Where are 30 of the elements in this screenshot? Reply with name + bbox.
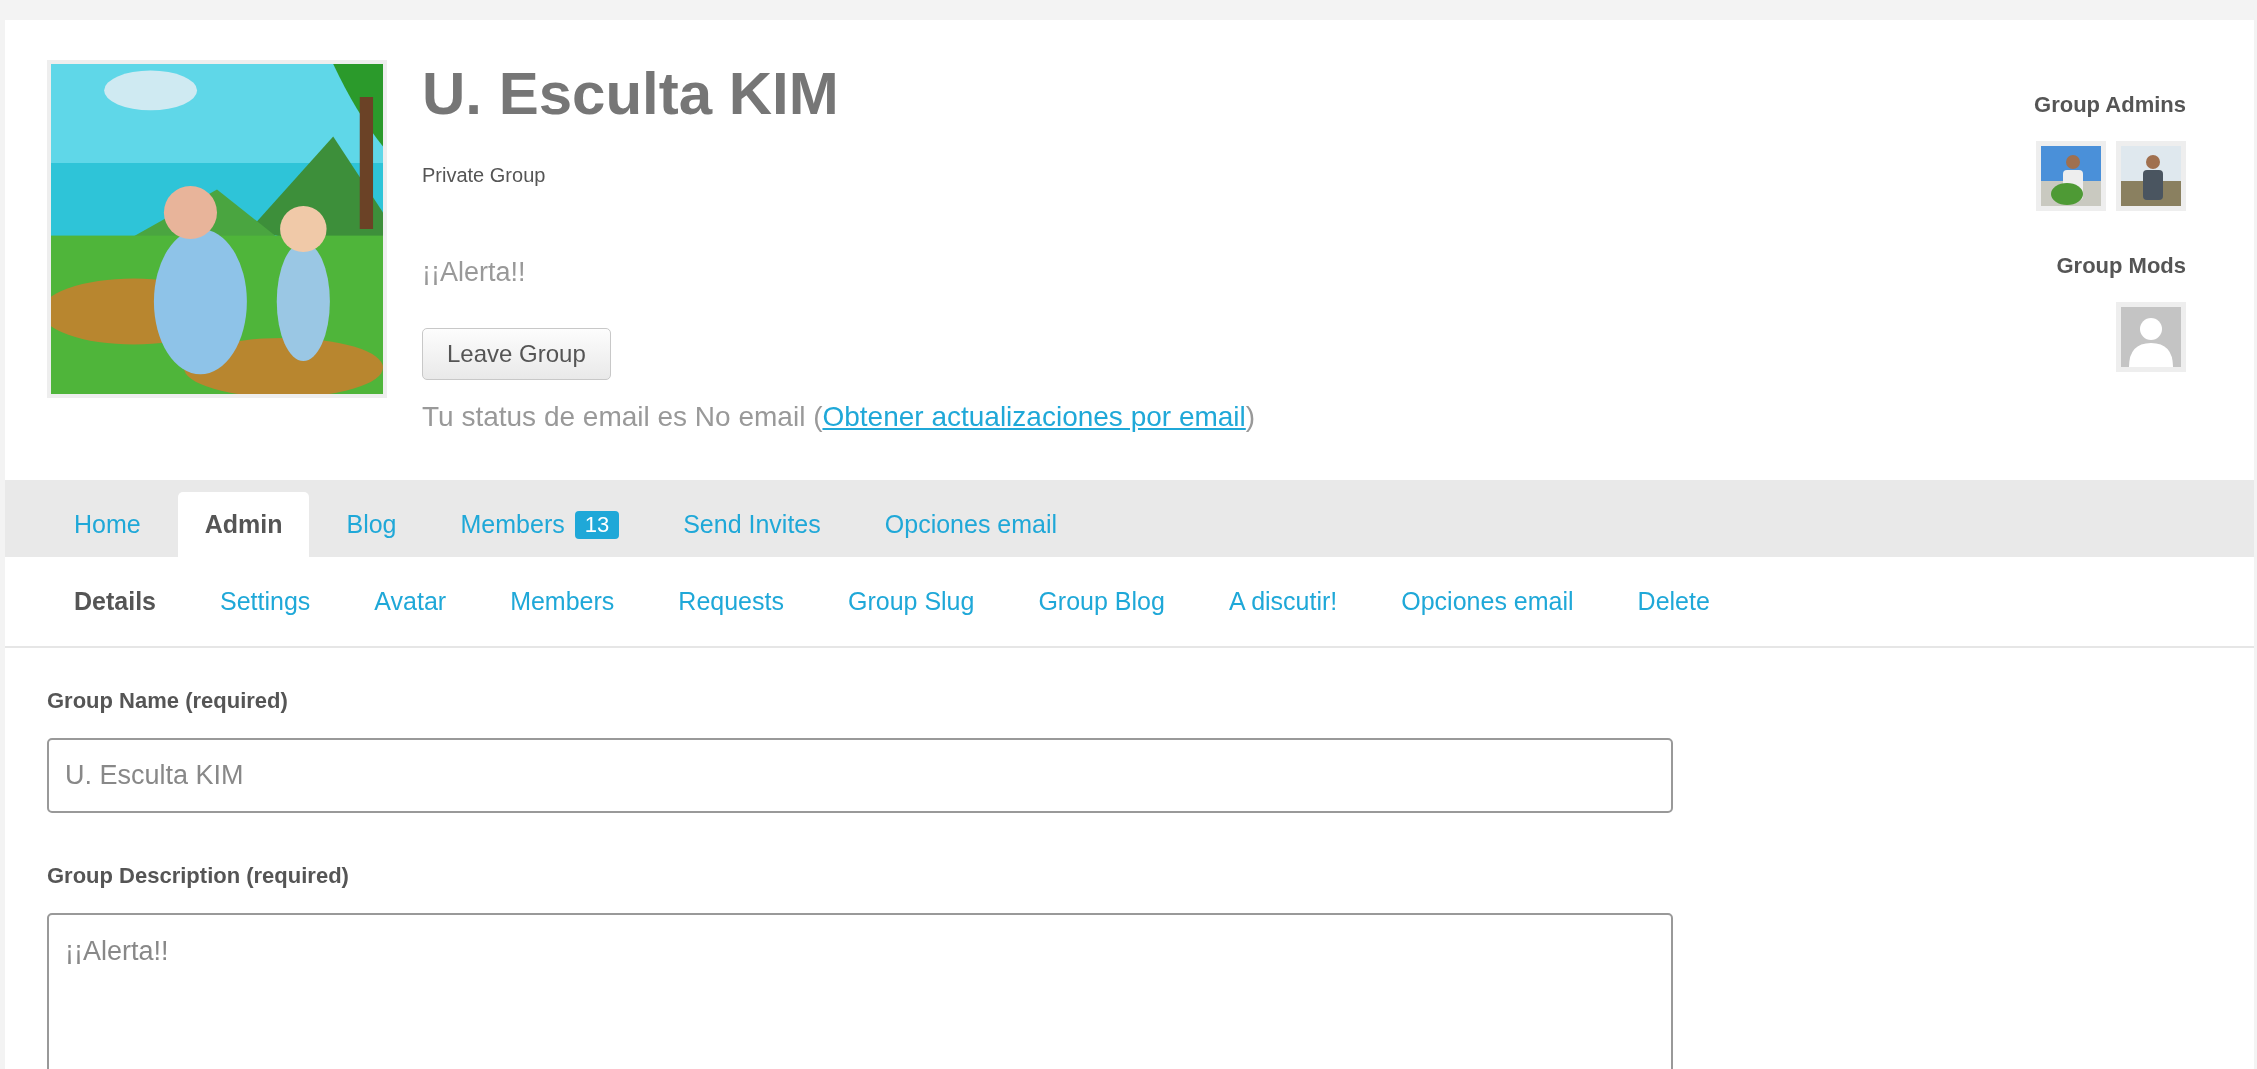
nav-tab[interactable]: Blog: [319, 492, 424, 557]
leave-group-button[interactable]: Leave Group: [422, 327, 611, 380]
admins-heading: Group Admins: [2034, 91, 2186, 119]
default-avatar-icon: [2121, 307, 2181, 367]
admin-subnav-item[interactable]: Requests: [651, 582, 811, 621]
admin-subnav-item[interactable]: Members: [483, 582, 642, 621]
admin-subnav-item[interactable]: Opciones email: [1374, 582, 1601, 621]
email-updates-link[interactable]: Obtener actualizaciones por email: [822, 400, 1246, 432]
field-label: Group Name (required): [47, 687, 289, 715]
group-description-field[interactable]: ¡¡Alerta!!: [47, 913, 1673, 1069]
field-label: Group Description (required): [47, 862, 350, 890]
nav-tab[interactable]: Home: [47, 492, 168, 557]
nav-tab[interactable]: Send Invites: [656, 492, 848, 557]
admin-subnav-item[interactable]: A discutir!: [1201, 582, 1365, 621]
group-name-field[interactable]: U. Esculta KIM: [47, 738, 1673, 813]
email-status-text: Tu status de email es No email (Obtener actualizaciones por email): [422, 399, 1256, 434]
privacy-label: Private Group: [422, 163, 547, 188]
member-count-badge: 13: [574, 510, 620, 539]
group-title: U. Esculta KIM: [422, 64, 840, 124]
nav-tab[interactable]: Opciones email: [857, 492, 1085, 557]
group-description: ¡¡Alerta!!: [422, 256, 527, 289]
admin-subnav-item[interactable]: Delete: [1610, 582, 1737, 621]
admin-subnav-item[interactable]: Group Slug: [820, 582, 1002, 621]
mods-heading: Group Mods: [2056, 252, 2186, 280]
nav-tab[interactable]: Admin: [177, 492, 310, 557]
nav-tab[interactable]: Members 13: [433, 492, 647, 557]
admin-subnav-item[interactable]: Avatar: [347, 582, 474, 621]
admin-subnav-item[interactable]: Group Blog: [1011, 582, 1192, 621]
admin-subnav-item[interactable]: Settings: [193, 582, 338, 621]
admin-subnav-item[interactable]: Details: [47, 582, 183, 621]
